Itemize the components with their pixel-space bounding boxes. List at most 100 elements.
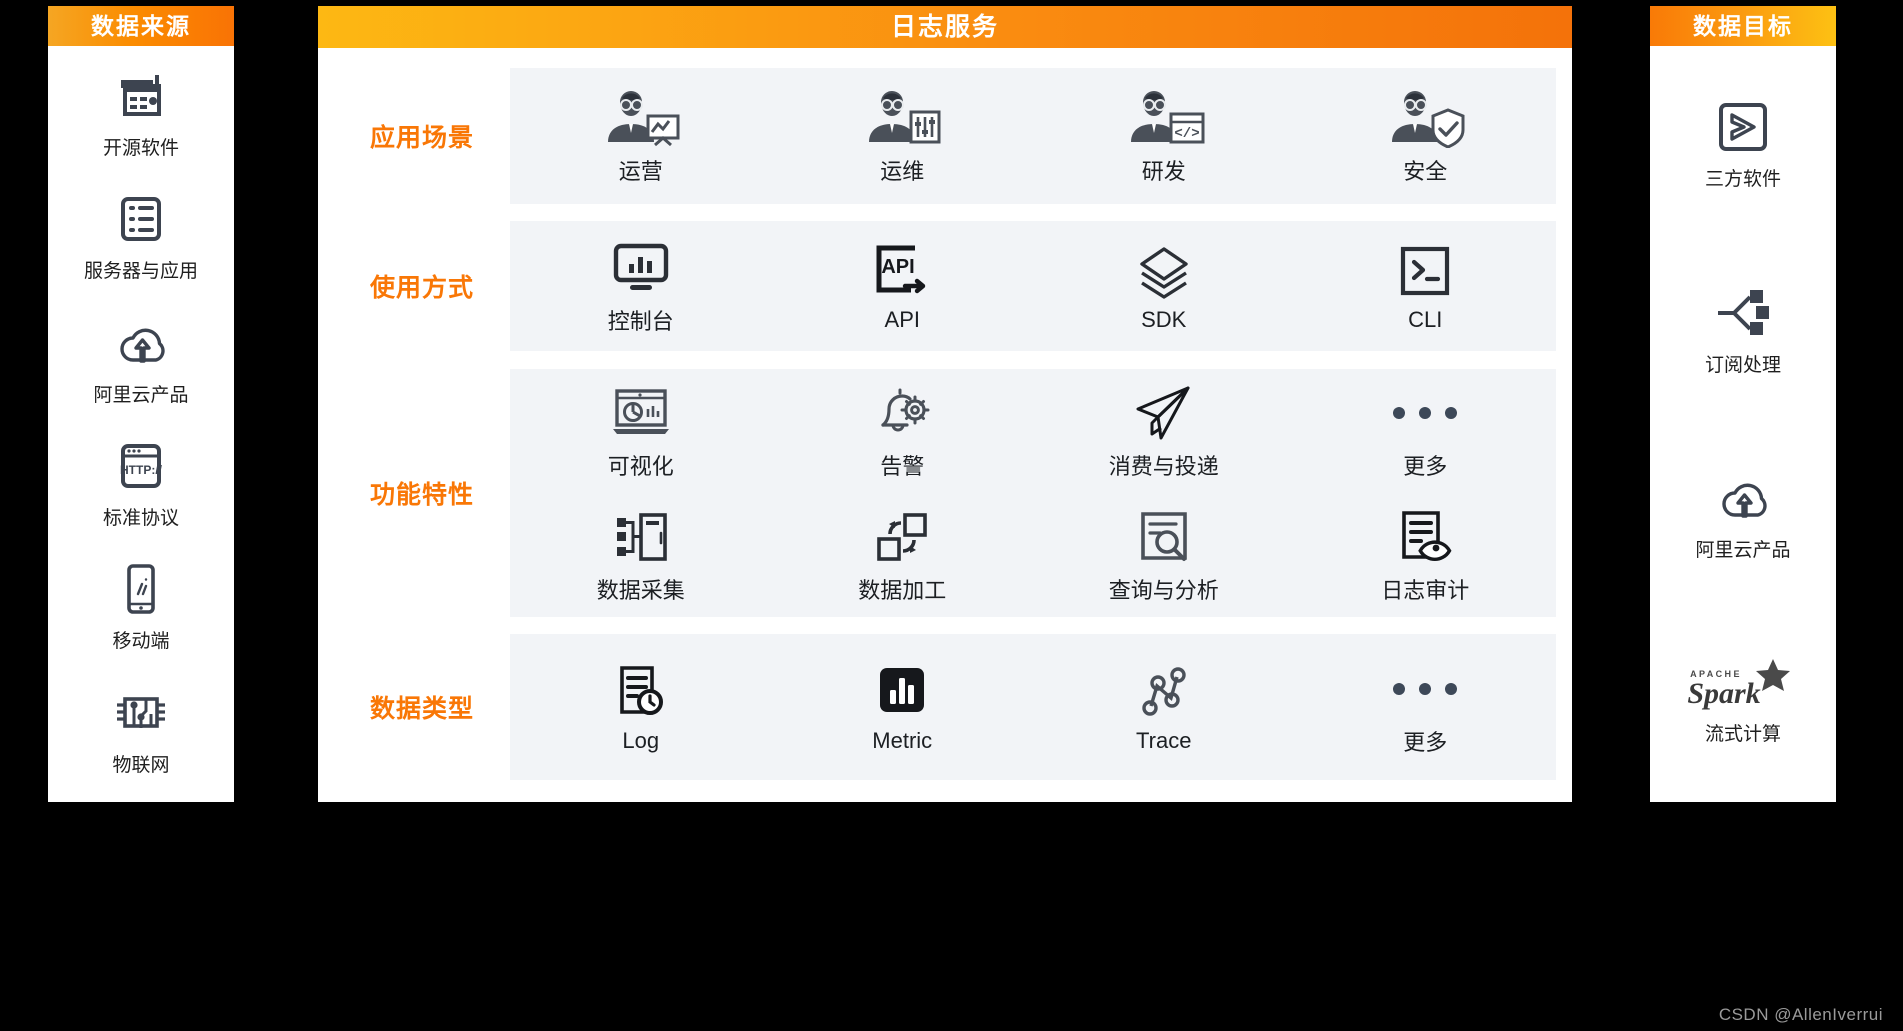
data-target-title: 数据目标 bbox=[1650, 6, 1836, 46]
source-item-label: 阿里云产品 bbox=[93, 384, 189, 406]
third-party-software-icon bbox=[1716, 98, 1770, 156]
cell-label: 消费与投递 bbox=[1108, 453, 1219, 479]
usage-cli[interactable]: CLI bbox=[1295, 221, 1557, 351]
band-usage-methods: 使用方式 控制台 API API SDK CLI bbox=[334, 221, 1556, 352]
cell-label: 数据采集 bbox=[596, 577, 685, 603]
datatype-more[interactable]: 更多 bbox=[1295, 634, 1557, 780]
target-item-aliyun[interactable]: 阿里云产品 bbox=[1650, 469, 1836, 562]
person-shield-icon bbox=[1382, 86, 1468, 150]
datatype-trace[interactable]: Trace bbox=[1033, 634, 1295, 780]
target-item-label: 订阅处理 bbox=[1704, 354, 1781, 376]
cell-label: Metric bbox=[872, 727, 933, 753]
terminal-icon bbox=[1397, 239, 1453, 303]
band-label: 使用方式 bbox=[369, 274, 474, 303]
paper-plane-icon bbox=[1131, 381, 1197, 445]
scenario-operations[interactable]: 运营 bbox=[510, 68, 772, 204]
source-item-mobile[interactable]: 移动端 bbox=[48, 560, 234, 653]
mobile-phone-icon bbox=[121, 560, 161, 618]
card-row: 控制台 API API SDK CLI bbox=[510, 221, 1556, 351]
feature-alert[interactable]: 告警 bbox=[772, 369, 1034, 493]
api-icon: API bbox=[871, 239, 933, 303]
target-item-label: 阿里云产品 bbox=[1695, 540, 1791, 562]
source-item-open-source[interactable]: 开源软件 bbox=[48, 67, 234, 160]
person-chart-icon bbox=[598, 86, 684, 150]
console-monitor-icon bbox=[610, 236, 672, 300]
band-application-scenarios: 应用场景 运营 运维 </> 研发 安全 bbox=[334, 68, 1556, 204]
datatype-log[interactable]: Log bbox=[510, 634, 772, 780]
band-label: 数据类型 bbox=[369, 694, 474, 723]
cell-label: 运营 bbox=[618, 159, 663, 184]
cell-label: 可视化 bbox=[607, 453, 674, 479]
source-item-label: 物联网 bbox=[112, 754, 170, 776]
scenario-security[interactable]: 安全 bbox=[1295, 68, 1557, 204]
data-transform-icon bbox=[871, 505, 933, 569]
person-sliders-icon bbox=[859, 86, 945, 150]
cell-label: 更多 bbox=[1403, 729, 1448, 755]
feature-visualization[interactable]: 可视化 bbox=[510, 369, 772, 493]
card-row: 数据采集 数据加工 查询与分析 日志审计 bbox=[510, 493, 1556, 617]
more-dots-icon bbox=[1393, 657, 1458, 721]
band-data-types: 数据类型 Log Metric Trace 更多 bbox=[334, 633, 1556, 780]
feature-log-audit[interactable]: 日志审计 bbox=[1295, 493, 1557, 617]
target-item-stream-compute[interactable]: APACHE Spark 流式计算 bbox=[1650, 655, 1836, 746]
svg-text:</>: </> bbox=[1174, 126, 1199, 142]
apache-spark-logo: APACHE Spark bbox=[1678, 655, 1808, 711]
cell-label: 研发 bbox=[1141, 159, 1186, 184]
cell-label: 数据加工 bbox=[858, 577, 947, 603]
band-cards: 控制台 API API SDK CLI bbox=[510, 221, 1556, 352]
bell-gear-icon bbox=[871, 381, 933, 445]
card-row: Log Metric Trace 更多 bbox=[510, 634, 1556, 780]
metric-bars-icon bbox=[874, 660, 930, 724]
cell-label: 控制台 bbox=[607, 309, 674, 335]
log-audit-eye-icon bbox=[1396, 505, 1454, 569]
data-target-panel: 数据目标 三方软件 订阅处理 阿里云产品 APACHE Spark 流式计算 bbox=[1650, 6, 1836, 802]
source-item-iot[interactable]: 物联网 bbox=[48, 684, 234, 777]
search-document-icon bbox=[1135, 505, 1193, 569]
feature-query-analysis[interactable]: 查询与分析 bbox=[1033, 493, 1295, 617]
log-service-title: 日志服务 bbox=[318, 6, 1572, 48]
svg-text:API: API bbox=[882, 256, 915, 278]
band-label: 功能特性 bbox=[369, 480, 474, 509]
source-item-protocol[interactable]: HTTP:// 标准协议 bbox=[48, 437, 234, 530]
cloud-upload-icon bbox=[113, 314, 169, 372]
cell-label: 运维 bbox=[880, 159, 925, 184]
source-item-label: 服务器与应用 bbox=[83, 261, 198, 283]
cell-label: 查询与分析 bbox=[1108, 577, 1219, 603]
usage-api[interactable]: API API bbox=[772, 221, 1034, 351]
log-service-body: 应用场景 运营 运维 </> 研发 安全 使用方式 控制台 API API SD… bbox=[318, 48, 1572, 802]
usage-console[interactable]: 控制台 bbox=[510, 221, 772, 351]
scenario-devops[interactable]: 运维 bbox=[772, 68, 1034, 204]
data-source-panel: 数据来源 开源软件 服务器与应用 阿里云产品 HTTP:// 标准协议 移动端 … bbox=[48, 6, 234, 802]
cloud-upload-icon bbox=[1715, 469, 1771, 527]
feature-data-collection[interactable]: 数据采集 bbox=[510, 493, 772, 617]
target-item-third-party[interactable]: 三方软件 bbox=[1650, 98, 1836, 191]
band-features: 功能特性 可视化 告警 消费与投递 更多 数据采集 数据加工 查询与分析 日志审… bbox=[334, 368, 1557, 617]
cell-label: 日志审计 bbox=[1381, 577, 1470, 603]
band-cards: Log Metric Trace 更多 bbox=[510, 633, 1556, 780]
iot-chip-icon bbox=[112, 684, 170, 742]
data-target-list: 三方软件 订阅处理 阿里云产品 APACHE Spark 流式计算 bbox=[1650, 46, 1836, 802]
person-code-icon: </> bbox=[1121, 86, 1207, 150]
band-cards: 运营 运维 </> 研发 安全 bbox=[510, 68, 1556, 204]
source-item-server-app[interactable]: 服务器与应用 bbox=[48, 190, 234, 283]
source-item-label: 标准协议 bbox=[102, 508, 179, 530]
feature-consume-deliver[interactable]: 消费与投递 bbox=[1033, 369, 1295, 493]
source-item-aliyun[interactable]: 阿里云产品 bbox=[48, 314, 234, 407]
diagram-canvas: 数据来源 开源软件 服务器与应用 阿里云产品 HTTP:// 标准协议 移动端 … bbox=[0, 0, 1903, 1031]
target-item-label: 流式计算 bbox=[1704, 723, 1781, 745]
cell-label: CLI bbox=[1408, 307, 1443, 333]
band-cards: 可视化 告警 消费与投递 更多 数据采集 数据加工 查询与分析 日志审计 bbox=[510, 368, 1557, 617]
cell-label: SDK bbox=[1141, 307, 1187, 333]
trace-nodes-icon bbox=[1135, 660, 1193, 724]
feature-more[interactable]: 更多 bbox=[1295, 369, 1557, 493]
scenario-rnd[interactable]: </> 研发 bbox=[1033, 68, 1295, 204]
datatype-metric[interactable]: Metric bbox=[772, 634, 1034, 780]
layers-icon bbox=[1132, 239, 1196, 303]
dashboard-chart-icon bbox=[609, 381, 673, 445]
cell-label: 告警 bbox=[880, 453, 925, 479]
target-item-subscribe[interactable]: 订阅处理 bbox=[1650, 284, 1836, 377]
open-source-server-icon bbox=[113, 67, 169, 125]
svg-text:HTTP://: HTTP:// bbox=[120, 463, 163, 477]
feature-data-processing[interactable]: 数据加工 bbox=[772, 493, 1034, 617]
usage-sdk[interactable]: SDK bbox=[1033, 221, 1295, 351]
